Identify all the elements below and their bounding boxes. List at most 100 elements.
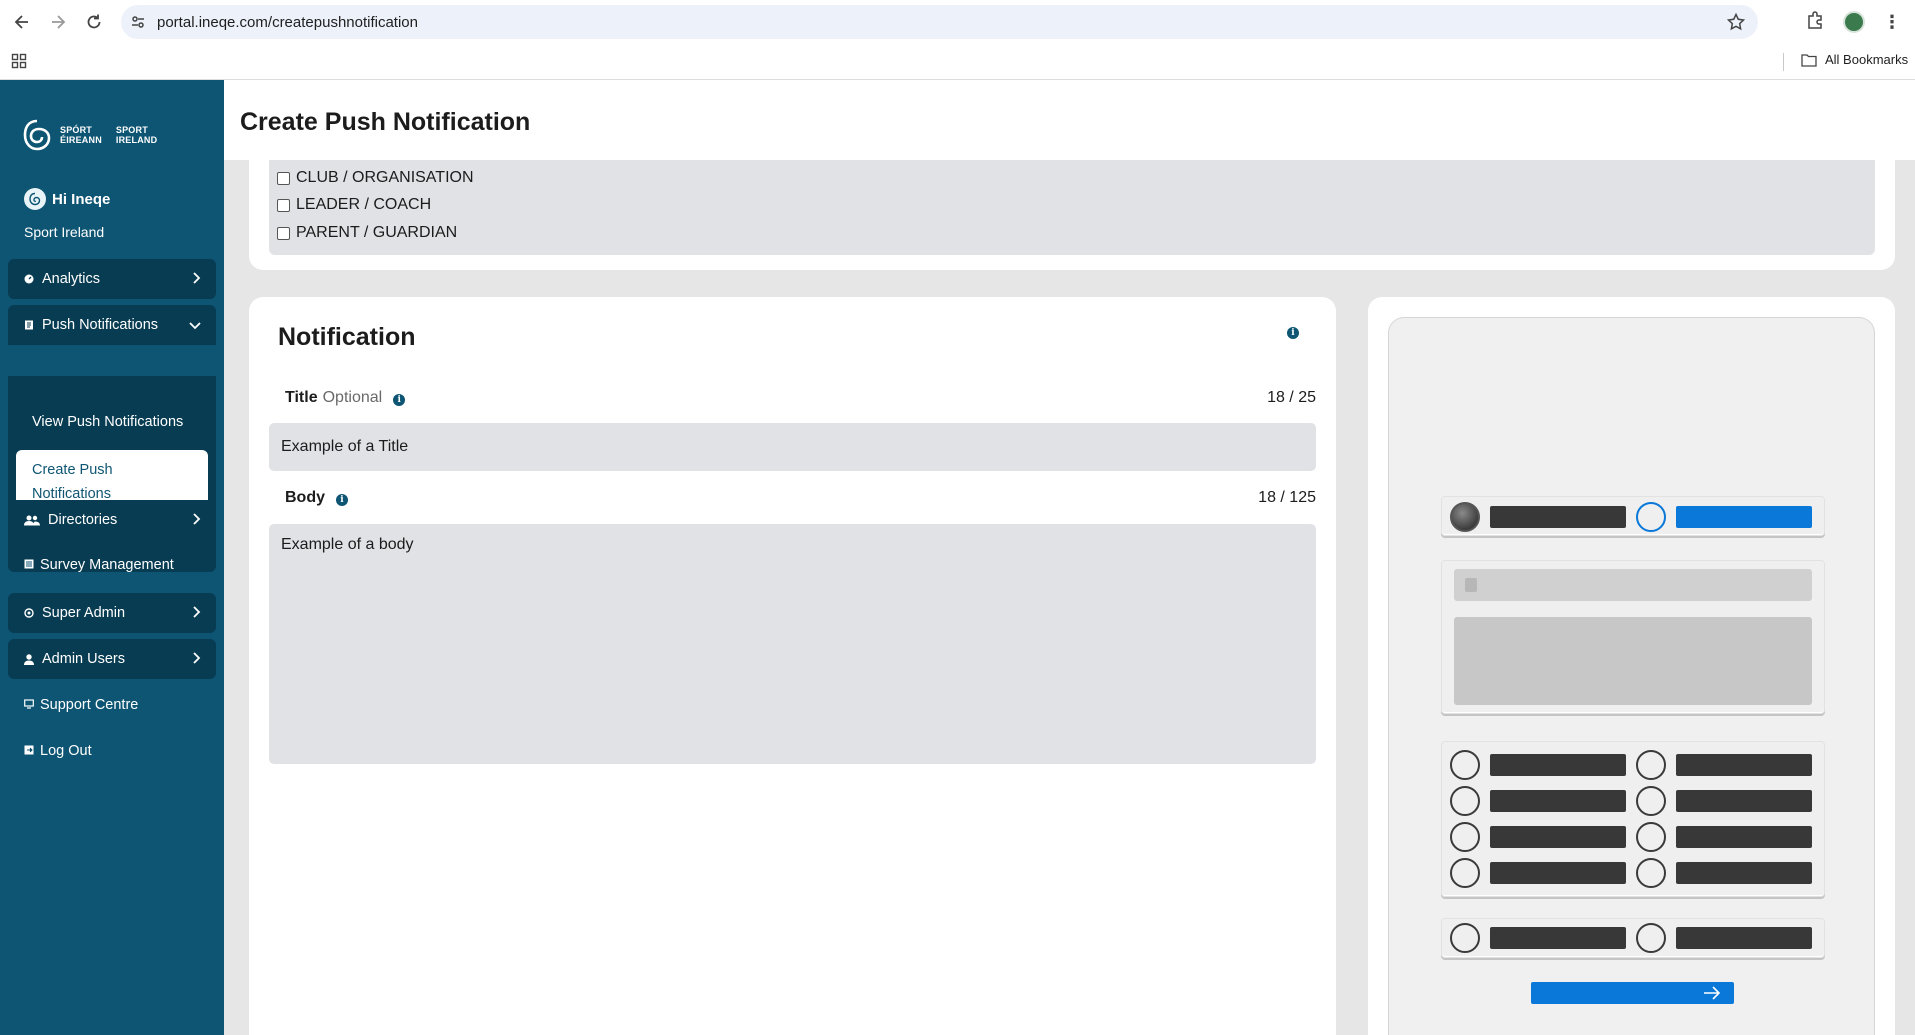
page-title: Create Push Notification [240, 108, 531, 136]
sidebar-item-survey-management[interactable]: Survey Management [24, 557, 174, 573]
preview-radio-icon [1450, 786, 1480, 816]
title-input[interactable] [269, 423, 1316, 471]
preview-card [1368, 297, 1895, 1035]
profile-avatar[interactable] [1843, 11, 1865, 33]
sport-ireland-logo: SPÓRT ÉIREANN SPORT IRELAND [22, 118, 157, 152]
settings-icon [24, 608, 34, 618]
site-settings-icon[interactable] [121, 14, 155, 30]
user-avatar-icon [24, 188, 46, 210]
title-field-label: Title Optional i [285, 389, 406, 407]
back-icon[interactable] [4, 4, 40, 40]
user-greeting: Hi Ineqe [24, 188, 110, 210]
phone-preview-frame [1388, 317, 1875, 1035]
greeting-text: Hi Ineqe [52, 190, 111, 208]
sidebar-item-label: Directories [48, 512, 118, 528]
preview-radio-icon [1636, 858, 1666, 888]
audience-option[interactable]: CLUB / ORGANISATION [277, 169, 474, 187]
audience-option[interactable]: PARENT / GUARDIAN [277, 224, 457, 242]
preview-next-button [1531, 982, 1734, 1004]
logo-text-line: SPÓRT [60, 125, 93, 135]
apps-grid-icon[interactable] [11, 53, 27, 74]
preview-radio-icon [1636, 822, 1666, 852]
more-menu-icon[interactable]: ⋮ [1883, 13, 1901, 31]
preview-placeholder-bar [1490, 927, 1626, 949]
sidebar-item-support-centre[interactable]: Support Centre [24, 697, 138, 713]
audience-option[interactable]: LEADER / COACH [277, 196, 431, 214]
logo-text-line: SPORT [115, 125, 148, 135]
sidebar-item-super-admin[interactable]: Super Admin [8, 593, 216, 633]
checkbox[interactable] [277, 171, 290, 185]
sidebar-item-label: Create Push Notifications [32, 462, 113, 502]
body-char-counter: 18 / 125 [1258, 489, 1316, 506]
preview-body-placeholder [1454, 617, 1812, 705]
browser-toolbar: portal.ineqe.com/createpushnotification … [0, 0, 1915, 44]
sidebar-item-label: Analytics [42, 271, 101, 287]
preview-placeholder-bar [1490, 862, 1626, 884]
preview-radio-icon [1450, 822, 1480, 852]
notification-card: Notification i Title Optional i 18 / 25 … [249, 297, 1336, 1035]
audience-option-label: LEADER / COACH [296, 196, 432, 213]
preview-radio-icon [1450, 750, 1480, 780]
checkbox[interactable] [277, 198, 290, 212]
preview-bottom-row [1441, 918, 1825, 958]
sidebar-item-label: Support Centre [40, 697, 139, 713]
sidebar: SPÓRT ÉIREANN SPORT IRELAND Hi Ineqe Spo… [0, 80, 224, 1035]
browser-actions: ⋮ [1805, 0, 1915, 44]
notification-heading: Notification [278, 323, 416, 351]
preview-placeholder-bar [1490, 754, 1626, 776]
preview-placeholder-bar [1676, 862, 1812, 884]
audience-option-label: CLUB / ORGANISATION [296, 169, 474, 186]
sidebar-item-view-push-notifications[interactable]: View Push Notifications [32, 414, 183, 430]
address-bar[interactable]: portal.ineqe.com/createpushnotification [121, 5, 1758, 39]
preview-toggle-row [1441, 496, 1825, 536]
preview-radio-icon [1636, 750, 1666, 780]
body-label: Body [285, 489, 325, 506]
preview-radio-icon [1636, 923, 1666, 953]
preview-placeholder-bar [1490, 506, 1626, 528]
all-bookmarks-label: All Bookmarks [1825, 52, 1909, 67]
sidebar-item-label: Super Admin [42, 605, 126, 621]
info-icon[interactable]: i [1287, 322, 1299, 340]
body-textarea[interactable]: Example of a body [269, 524, 1316, 764]
preview-placeholder-bar [1676, 927, 1812, 949]
bookmark-star-icon[interactable] [1726, 12, 1746, 37]
title-char-counter: 18 / 25 [1267, 389, 1316, 406]
all-bookmarks-button[interactable]: All Bookmarks [1801, 52, 1908, 67]
sidebar-item-analytics[interactable]: Analytics [8, 259, 216, 299]
logout-icon [24, 743, 34, 759]
logo-text-line: ÉIREANN [60, 135, 102, 145]
sidebar-item-label: Admin Users [42, 651, 125, 667]
page-header: Create Push Notification [224, 80, 1915, 160]
info-icon[interactable]: i [393, 389, 406, 407]
preview-notification-block [1441, 560, 1825, 714]
preview-placeholder-bar [1676, 826, 1812, 848]
organisation-name: Sport Ireland [24, 224, 105, 240]
title-label: Title [285, 389, 318, 406]
logo-swirl-icon [23, 119, 51, 151]
reload-icon[interactable] [76, 4, 112, 40]
chevron-down-icon [188, 319, 202, 335]
sidebar-item-log-out[interactable]: Log Out [24, 743, 92, 759]
info-icon[interactable]: i [336, 489, 348, 507]
audience-option-label: PARENT / GUARDIAN [296, 224, 458, 241]
sidebar-item-directories[interactable]: Directories [8, 500, 216, 540]
push-notifications-submenu: View Push Notifications Create Push Noti… [8, 376, 216, 572]
chevron-right-icon [192, 271, 202, 289]
audience-options-panel: CLUB / ORGANISATION LEADER / COACH PAREN… [269, 152, 1875, 255]
preview-radio-icon [1636, 502, 1666, 532]
checkbox[interactable] [277, 226, 290, 240]
forward-icon[interactable] [40, 4, 76, 40]
preview-title-placeholder [1454, 569, 1812, 601]
sidebar-item-admin-users[interactable]: Admin Users [8, 639, 216, 679]
sidebar-item-push-notifications[interactable]: Push Notifications [8, 305, 216, 345]
extensions-icon[interactable] [1805, 10, 1825, 35]
folder-icon [1801, 53, 1817, 67]
preview-placeholder-bar [1490, 790, 1626, 812]
users-icon [24, 515, 40, 525]
preview-placeholder-bar [1676, 754, 1812, 776]
preview-placeholder-bar [1676, 790, 1812, 812]
preview-title-dot [1465, 578, 1477, 592]
body-field-label: Body i [285, 489, 348, 507]
preview-radio-icon [1450, 923, 1480, 953]
optional-label: Optional [322, 389, 383, 406]
